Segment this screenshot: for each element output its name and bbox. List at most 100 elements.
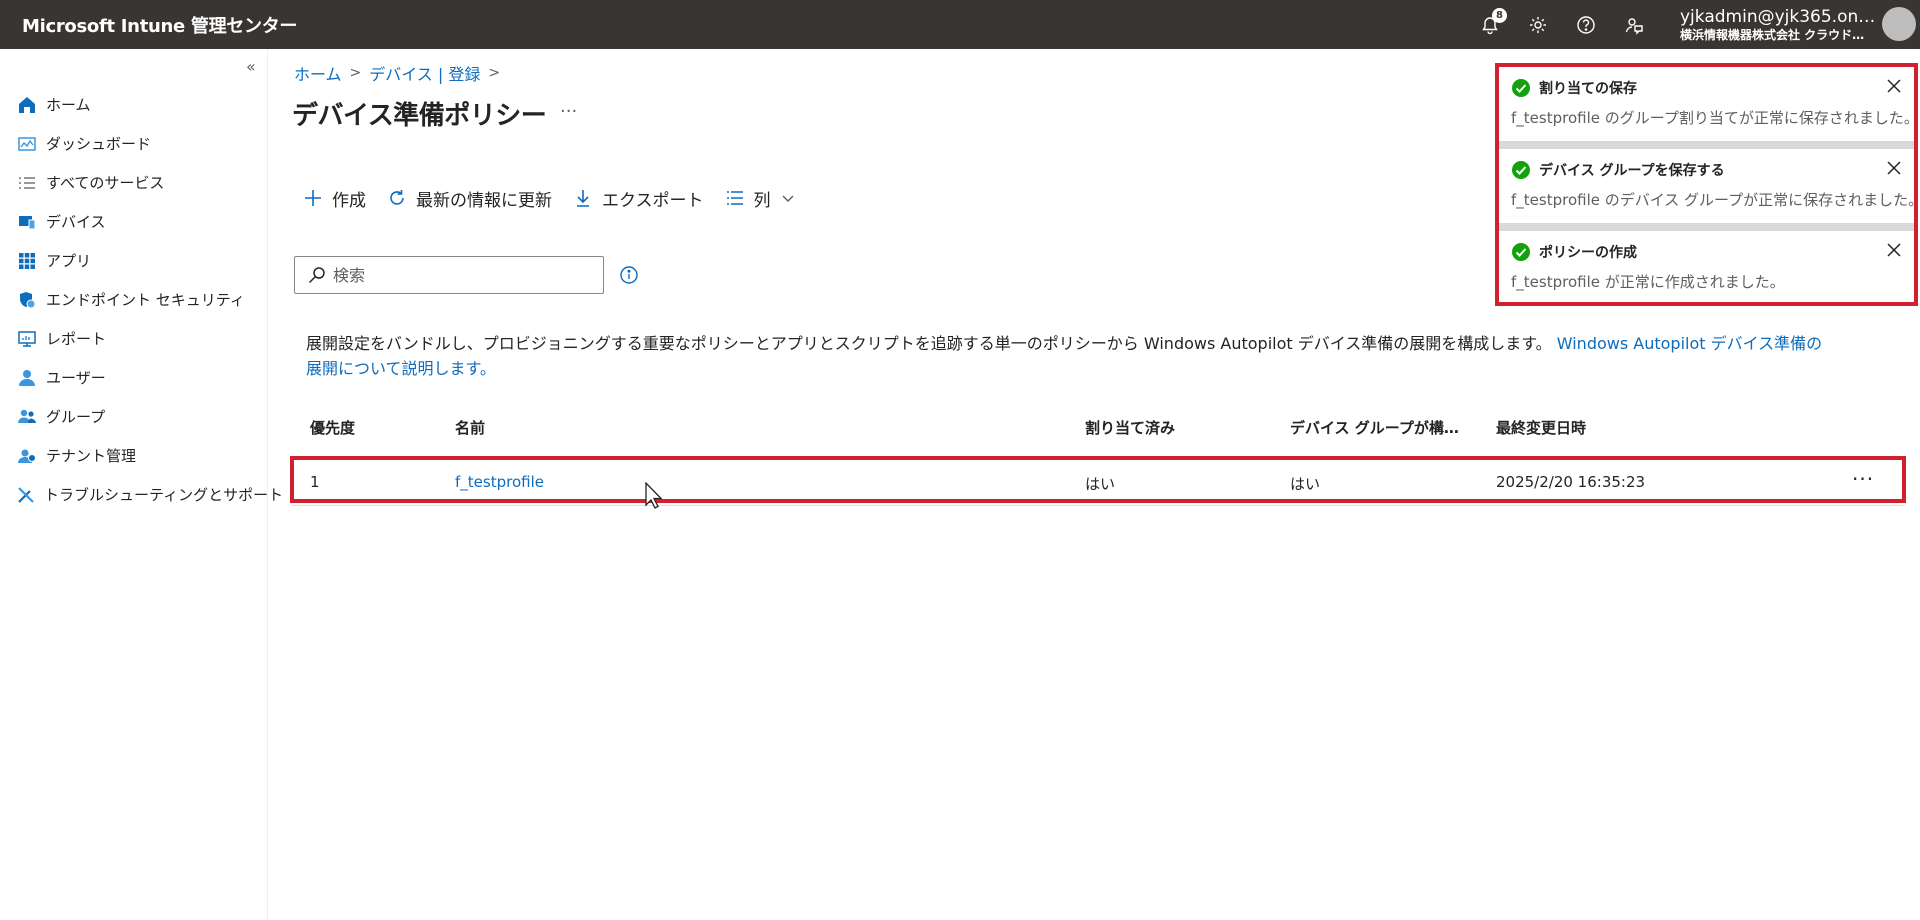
chevron-down-icon	[782, 195, 793, 202]
success-check-icon	[1512, 243, 1530, 261]
toast-title: ポリシーの作成	[1539, 245, 1637, 261]
feedback-icon	[1625, 17, 1643, 35]
sidebar-item-users[interactable]: ユーザー	[0, 358, 268, 397]
learn-more-link-line2: 展開について説明します。	[306, 359, 496, 378]
list-icon	[16, 172, 38, 194]
top-icons: 8	[1466, 0, 1658, 49]
search-icon	[308, 267, 325, 284]
refresh-label: 最新の情報に更新	[416, 190, 552, 211]
sidebar-item-label: レポート	[46, 330, 107, 348]
user-icon	[16, 367, 38, 389]
gear-icon	[1530, 16, 1546, 33]
description-text: 展開設定をバンドルし、プロビジョニングする重要なポリシーとアプリとスクリプトを追…	[306, 334, 1552, 353]
close-icon[interactable]	[1885, 241, 1903, 259]
toast-title: デバイス グループを保存する	[1539, 163, 1725, 179]
sidebar-item-troubleshooting[interactable]: トラブルシューティングとサポート	[0, 475, 283, 514]
account-menu[interactable]: yjkadmin@yjk365.on… 横浜情報機器株式会社 クラウド…	[1680, 7, 1880, 43]
breadcrumb-devices-enrollment[interactable]: デバイス | 登録	[369, 61, 480, 85]
sidebar-item-devices[interactable]: デバイス	[0, 202, 268, 241]
column-header-modified[interactable]: 最終変更日時	[1496, 417, 1586, 438]
refresh-icon	[386, 187, 408, 209]
tools-icon	[16, 484, 36, 506]
breadcrumb-separator: >	[488, 65, 501, 81]
avatar[interactable]	[1882, 7, 1916, 41]
dashboard-icon	[16, 133, 38, 155]
download-icon	[572, 187, 594, 209]
sidebar-item-label: テナント管理	[46, 447, 137, 465]
export-button[interactable]: エクスポート	[572, 186, 704, 211]
sidebar-nav: ホーム ダッシュボード すべてのサービス デバイス アプリ エンドポイント セキ…	[0, 85, 283, 514]
cell-device-group: はい	[1290, 475, 1321, 493]
sidebar-item-label: アプリ	[46, 252, 92, 270]
toast-notification: 割り当ての保存 f_testprofile のグループ割り当てが正常に保存されま…	[1499, 67, 1919, 149]
toast-stack: 割り当ての保存 f_testprofile のグループ割り当てが正常に保存されま…	[1499, 67, 1920, 309]
sidebar-item-label: すべてのサービス	[46, 174, 165, 192]
help-icon	[1577, 15, 1595, 34]
collapse-sidebar-button[interactable]: «	[246, 57, 256, 76]
close-icon[interactable]	[1885, 159, 1903, 177]
columns-label: 列	[753, 190, 771, 211]
breadcrumb-separator: >	[349, 65, 362, 81]
description: 展開設定をバンドルし、プロビジョニングする重要なポリシーとアプリとスクリプトを追…	[306, 331, 1906, 381]
sidebar-item-groups[interactable]: グループ	[0, 397, 268, 436]
sidebar-item-label: トラブルシューティングとサポート	[44, 486, 284, 504]
cell-modified: 2025/2/20 16:35:23	[1496, 473, 1646, 491]
column-header-name[interactable]: 名前	[455, 417, 485, 438]
app-title[interactable]: Microsoft Intune 管理センター	[0, 12, 297, 38]
sidebar-item-label: デバイス	[46, 213, 106, 231]
group-icon	[16, 406, 38, 428]
toolbar: 作成 最新の情報に更新 エクスポート 列	[302, 186, 815, 211]
sidebar-item-dashboard[interactable]: ダッシュボード	[0, 124, 268, 163]
sidebar-item-home[interactable]: ホーム	[0, 85, 268, 124]
sidebar-item-tenant-admin[interactable]: テナント管理	[0, 436, 268, 475]
notifications-button[interactable]: 8	[1466, 0, 1514, 49]
home-icon	[16, 94, 38, 116]
search-box	[294, 256, 604, 294]
sidebar-item-label: エンドポイント セキュリティ	[46, 291, 245, 309]
apps-icon	[16, 250, 38, 272]
account-org: 横浜情報機器株式会社 クラウド…	[1680, 28, 1865, 42]
column-header-device-group[interactable]: デバイス グループが構…	[1290, 417, 1459, 438]
refresh-button[interactable]: 最新の情報に更新	[386, 186, 552, 211]
toast-body: f_testprofile のデバイス グループが正常に保存されました。	[1511, 191, 1920, 209]
top-bar: Microsoft Intune 管理センター 8 yjkadmin@yjk36…	[0, 0, 1920, 49]
account-email: yjkadmin@yjk365.on…	[1680, 7, 1876, 27]
learn-more-link-line1: Windows Autopilot デバイス準備の	[1556, 334, 1823, 353]
settings-button[interactable]	[1514, 0, 1562, 49]
table-row[interactable]: 1 f_testprofile はい はい 2025/2/20 16:35:23…	[292, 459, 1904, 506]
reports-icon	[16, 328, 38, 350]
cell-priority: 1	[310, 473, 320, 491]
info-icon[interactable]	[618, 264, 640, 286]
sidebar-item-label: ユーザー	[46, 369, 106, 387]
breadcrumb: ホーム > デバイス | 登録 >	[294, 61, 508, 85]
success-check-icon	[1512, 161, 1530, 179]
columns-icon	[724, 187, 746, 209]
column-header-assigned[interactable]: 割り当て済み	[1085, 417, 1175, 438]
export-label: エクスポート	[602, 190, 704, 211]
sidebar: « ホーム ダッシュボード すべてのサービス デバイス アプリ エンドポイント …	[0, 49, 283, 920]
sidebar-item-apps[interactable]: アプリ	[0, 241, 268, 280]
feedback-button[interactable]	[1610, 0, 1658, 49]
toast-body: f_testprofile のグループ割り当てが正常に保存されました。	[1511, 109, 1919, 127]
tenant-icon	[16, 445, 38, 467]
create-button[interactable]: 作成	[302, 186, 366, 211]
cell-name-link[interactable]: f_testprofile	[455, 473, 544, 491]
sidebar-item-endpoint-security[interactable]: エンドポイント セキュリティ	[0, 280, 268, 319]
sidebar-item-label: ダッシュボード	[46, 135, 152, 153]
page-title: デバイス準備ポリシー	[292, 101, 547, 131]
page-more-button[interactable]: ···	[560, 101, 577, 122]
row-more-button[interactable]: ···	[1852, 467, 1874, 491]
sidebar-item-all-services[interactable]: すべてのサービス	[0, 163, 268, 202]
columns-button[interactable]: 列	[724, 186, 795, 211]
close-icon[interactable]	[1885, 77, 1903, 95]
column-header-priority[interactable]: 優先度	[310, 417, 355, 438]
shield-icon	[16, 289, 38, 311]
help-button[interactable]	[1562, 0, 1610, 49]
plus-icon	[302, 187, 324, 209]
toast-notification: ポリシーの作成 f_testprofile が正常に作成されました。	[1499, 231, 1914, 309]
breadcrumb-home[interactable]: ホーム	[294, 61, 342, 85]
search-input[interactable]	[333, 265, 593, 285]
sidebar-item-label: グループ	[46, 408, 106, 426]
sidebar-item-reports[interactable]: レポート	[0, 319, 268, 358]
notification-badge: 8	[1492, 8, 1507, 23]
